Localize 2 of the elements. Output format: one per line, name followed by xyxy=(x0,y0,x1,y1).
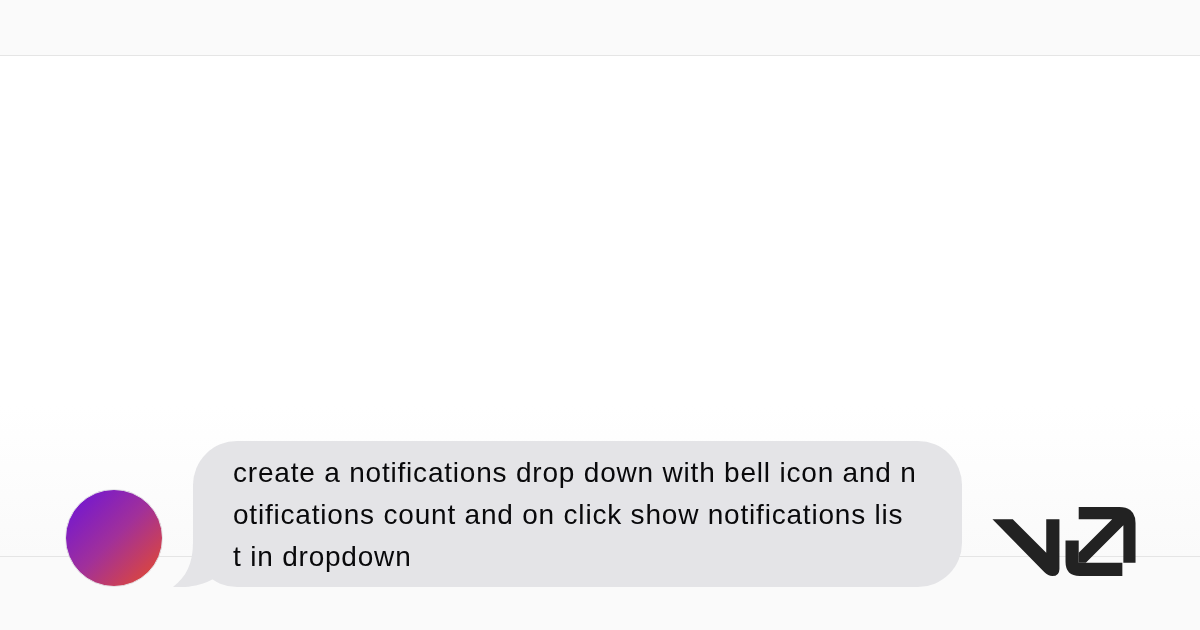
logo-icon xyxy=(992,507,1136,576)
message-text: create a notifications drop down with bell icon and n otifications count and on click show notifications lis t in dropdown xyxy=(233,456,918,574)
